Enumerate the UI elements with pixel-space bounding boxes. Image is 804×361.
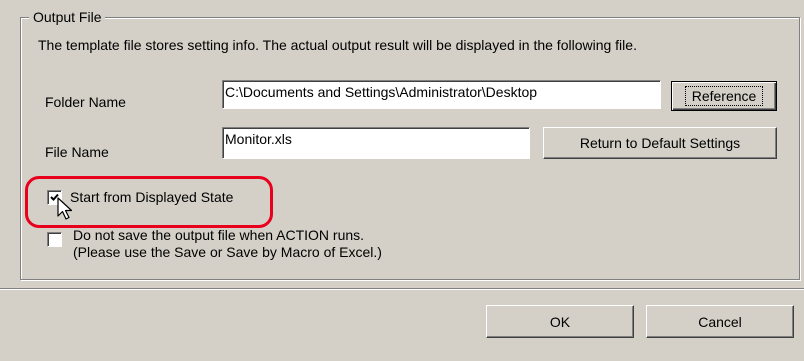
cancel-button[interactable]: Cancel: [646, 305, 794, 338]
arrow-pointer-icon: [57, 197, 73, 220]
no-save-label-line1: Do not save the output file when ACTION …: [73, 227, 365, 243]
group-description: The template file stores setting info. T…: [38, 37, 637, 53]
no-save-label-line2: (Please use the Save or Save by Macro of…: [73, 244, 382, 260]
no-save-label[interactable]: Do not save the output file when ACTION …: [73, 227, 382, 261]
reference-button[interactable]: Reference: [671, 81, 777, 111]
footer-separator: [0, 288, 804, 290]
file-name-field[interactable]: Monitor.xls: [222, 127, 530, 159]
return-to-default-button[interactable]: Return to Default Settings: [543, 127, 777, 159]
ok-button[interactable]: OK: [486, 305, 634, 338]
no-save-checkbox[interactable]: [47, 232, 62, 247]
reference-button-label: Reference: [684, 86, 764, 106]
file-name-label: File Name: [45, 144, 109, 160]
folder-name-label: Folder Name: [45, 94, 126, 110]
start-displayed-label[interactable]: Start from Displayed State: [70, 188, 233, 206]
group-title: Output File: [29, 8, 106, 26]
folder-name-field[interactable]: C:\Documents and Settings\Administrator\…: [222, 80, 661, 109]
